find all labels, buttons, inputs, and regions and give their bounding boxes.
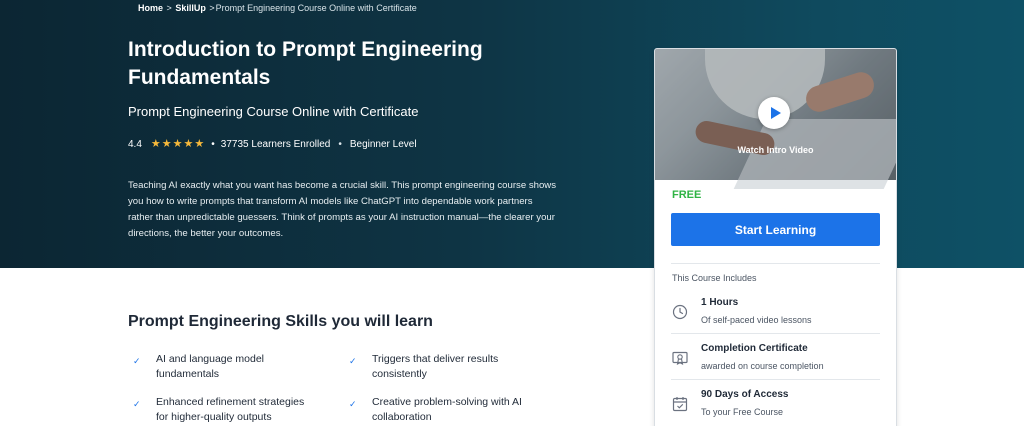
watch-intro-video-label: Watch Intro Video: [737, 145, 814, 155]
breadcrumb-skillup-link[interactable]: SkillUp: [175, 3, 206, 13]
course-enroll-card: Watch Intro Video FREE Start Learning Th…: [654, 48, 897, 426]
skill-item-label: Creative problem-solving with AI collabo…: [372, 396, 522, 423]
play-icon: [770, 107, 781, 119]
star-icon: ★: [161, 138, 172, 150]
course-subtitle: Prompt Engineering Course Online with Ce…: [128, 104, 419, 119]
check-icon: ✓: [349, 399, 357, 409]
skill-item: ✓ Creative problem-solving with AI colla…: [349, 395, 534, 424]
breadcrumb-current: Prompt Engineering Course Online with Ce…: [215, 3, 417, 13]
rating-stars: ★ ★ ★ ★ ★: [151, 139, 205, 150]
course-includes-title: This Course Includes: [672, 273, 757, 283]
breadcrumb-separator: >: [209, 3, 215, 13]
check-icon: ✓: [349, 356, 357, 366]
course-level: Beginner Level: [349, 139, 417, 150]
meta-separator: •: [338, 139, 342, 150]
includes-item-title: 1 Hours: [701, 297, 739, 308]
includes-item-subtitle: Of self-paced video lessons: [701, 315, 812, 325]
includes-item-subtitle: awarded on course completion: [701, 361, 824, 371]
skills-heading: Prompt Engineering Skills you will learn: [128, 313, 433, 330]
divider: [671, 263, 880, 264]
certificate-icon: [672, 351, 688, 365]
skill-item: ✓ AI and language model fundamentals: [133, 352, 318, 381]
skill-item-label: AI and language model fundamentals: [156, 353, 264, 380]
skill-item-label: Triggers that deliver results consistent…: [372, 353, 499, 380]
breadcrumb-separator: >: [166, 3, 172, 13]
star-icon: ★: [183, 138, 194, 150]
calendar-icon: [672, 397, 688, 412]
breadcrumb: Home > SkillUp >Prompt Engineering Cours…: [138, 3, 417, 13]
skill-item-label: Enhanced refinement strategies for highe…: [156, 396, 305, 423]
course-meta: 4.4 ★ ★ ★ ★ ★ • 37735 Learners Enrolled …: [128, 139, 417, 151]
divider: [671, 333, 880, 334]
course-price: FREE: [672, 189, 702, 201]
clock-icon: [672, 304, 688, 320]
rating-value: 4.4: [128, 139, 142, 150]
star-icon: ★: [194, 138, 205, 150]
skill-item: ✓ Enhanced refinement strategies for hig…: [133, 395, 318, 424]
breadcrumb-home-link[interactable]: Home: [138, 3, 163, 13]
includes-item-title: Completion Certificate: [701, 343, 808, 354]
check-icon: ✓: [133, 399, 141, 409]
course-title: Introduction to Prompt Engineering Funda…: [128, 38, 483, 89]
play-video-button[interactable]: [758, 97, 790, 129]
skill-item: ✓ Triggers that deliver results consiste…: [349, 352, 534, 381]
divider: [671, 379, 880, 380]
learners-enrolled: 37735 Learners Enrolled: [220, 139, 331, 150]
check-icon: ✓: [133, 356, 141, 366]
star-icon: ★: [150, 138, 161, 150]
star-icon: ★: [172, 138, 183, 150]
course-description: Teaching AI exactly what you want has be…: [128, 180, 557, 239]
meta-separator: •: [211, 139, 215, 150]
includes-item-title: 90 Days of Access: [701, 389, 789, 400]
start-learning-button[interactable]: Start Learning: [671, 213, 880, 246]
includes-item-subtitle: To your Free Course: [701, 407, 784, 417]
intro-video-thumbnail[interactable]: Watch Intro Video: [655, 49, 896, 189]
